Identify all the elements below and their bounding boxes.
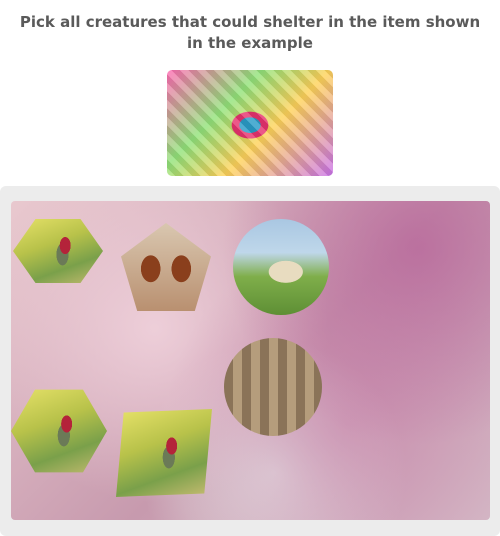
prompt-text: Pick all creatures that could shelter in… <box>19 13 481 52</box>
kittens-tile[interactable] <box>224 338 322 436</box>
example-image <box>167 70 333 176</box>
hummingbird-tile-3[interactable] <box>116 409 212 497</box>
hummingbird-tile-1[interactable] <box>13 219 103 283</box>
hummingbird-tile-2[interactable] <box>11 389 107 473</box>
selection-canvas <box>11 201 490 520</box>
puppies-tile[interactable] <box>121 223 211 311</box>
cow-tile[interactable] <box>233 219 329 315</box>
